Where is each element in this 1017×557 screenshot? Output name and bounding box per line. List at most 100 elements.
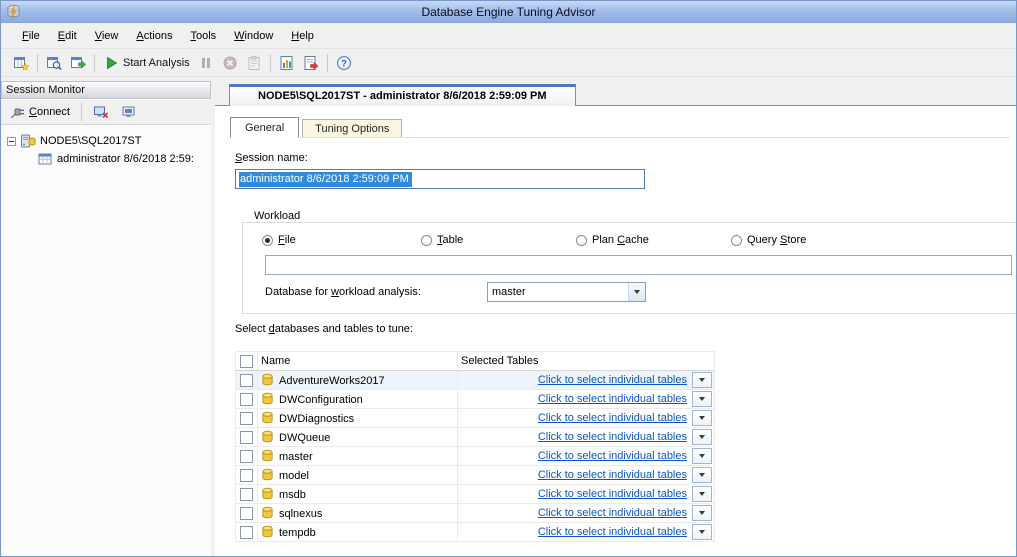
document-tab-row: NODE5\SQL2017ST - administrator 8/6/2018… [215,81,1016,105]
delete-session-button[interactable] [116,101,142,123]
database-name: AdventureWorks2017 [279,375,385,387]
menu-view[interactable]: View [86,26,128,46]
select-tables-link[interactable]: Click to select individual tables [538,393,687,405]
general-page: General Tuning Options Session name: adm… [215,105,1016,556]
header-checkbox-cell [236,352,258,371]
copy-icon [242,52,266,74]
database-name: DWQueue [279,432,330,444]
collapse-icon[interactable] [7,137,16,146]
radio-label: Plan Cache [592,234,649,246]
toolbar: Start Analysis? [1,49,1016,77]
chevron-down-icon [699,454,705,458]
chevron-down-icon [634,290,640,294]
tables-dropdown-button[interactable] [692,372,712,388]
disconnect-button[interactable] [88,101,114,123]
column-header-selected-tables[interactable]: Selected Tables [458,352,715,371]
workload-radio-file[interactable]: File [262,234,296,246]
database-icon [261,373,274,386]
session-name-label: Session name: [235,152,308,164]
session-name: administrator 8/6/2018 2:59: [57,153,194,165]
menubar: FileEditViewActionsToolsWindowHelp [1,23,1016,49]
connect-button[interactable]: Connect [4,101,75,123]
tree-node-session[interactable]: administrator 8/6/2018 2:59: [7,150,211,168]
session-document-tab[interactable]: NODE5\SQL2017ST - administrator 8/6/2018… [229,84,576,106]
select-tables-link[interactable]: Click to select individual tables [538,450,687,462]
column-header-name[interactable]: Name [258,352,458,371]
menu-window[interactable]: Window [225,26,282,46]
menu-file[interactable]: File [13,26,49,46]
session-name-selected-text: administrator 8/6/2018 2:59:09 PM [239,172,412,187]
chevron-down-icon [699,416,705,420]
start-analysis-button[interactable]: Start Analysis [99,52,194,74]
tables-dropdown-button[interactable] [692,505,712,521]
radio-button-icon [576,235,587,246]
row-checkbox[interactable] [240,393,253,406]
select-tables-link[interactable]: Click to select individual tables [538,526,687,538]
tree-node-server[interactable]: NODE5\SQL2017ST [7,132,211,150]
row-checkbox[interactable] [240,374,253,387]
workload-database-label: Database for workload analysis: [265,286,421,298]
radio-button-icon [731,235,742,246]
chevron-down-icon [699,511,705,515]
delete-session-icon [121,104,137,120]
select-databases-label: Select databases and tables to tune: [235,323,413,335]
tables-dropdown-button[interactable] [692,467,712,483]
new-session-icon[interactable] [9,52,33,74]
workload-radio-query-store[interactable]: Query Store [731,234,806,246]
chevron-down-icon [699,378,705,382]
dta-window: Database Engine Tuning Advisor FileEditV… [0,0,1017,557]
database-icon [261,506,274,519]
select-all-checkbox[interactable] [240,355,253,368]
tables-dropdown-button[interactable] [692,448,712,464]
tables-dropdown-button[interactable] [692,391,712,407]
toolbar-separator [37,54,38,72]
row-checkbox[interactable] [240,450,253,463]
import-workload-icon[interactable] [66,52,90,74]
export-report-icon[interactable] [299,52,323,74]
report-icon[interactable] [275,52,299,74]
tables-dropdown-button[interactable] [692,429,712,445]
menu-help[interactable]: Help [282,26,323,46]
table-row: DWDiagnosticsClick to select individual … [236,409,715,428]
workload-database-value: master [488,283,628,301]
tab-tuning-options[interactable]: Tuning Options [302,119,402,137]
database-icon [261,430,274,443]
row-checkbox[interactable] [240,507,253,520]
tables-dropdown-button[interactable] [692,524,712,540]
menu-edit[interactable]: Edit [49,26,86,46]
tables-dropdown-button[interactable] [692,410,712,426]
workload-database-combobox[interactable]: master [487,282,646,302]
help-icon[interactable]: ? [332,52,356,74]
select-tables-link[interactable]: Click to select individual tables [538,488,687,500]
combobox-dropdown-button[interactable] [628,283,645,301]
tables-dropdown-button[interactable] [692,486,712,502]
table-row: DWConfigurationClick to select individua… [236,390,715,409]
chevron-down-icon [699,530,705,534]
disconnect-icon [93,104,109,120]
select-tables-link[interactable]: Click to select individual tables [538,374,687,386]
menu-tools[interactable]: Tools [181,26,225,46]
database-name: master [279,451,313,463]
row-checkbox[interactable] [240,431,253,444]
session-name-input[interactable]: administrator 8/6/2018 2:59:09 PM [235,169,645,189]
tab-general[interactable]: General [230,117,299,138]
select-tables-link[interactable]: Click to select individual tables [538,412,687,424]
workload-radio-plan-cache[interactable]: Plan Cache [576,234,649,246]
database-icon [261,449,274,462]
stop-analysis-icon [218,52,242,74]
workload-file-input[interactable] [265,255,1012,275]
row-checkbox[interactable] [240,469,253,482]
server-name: NODE5\SQL2017ST [40,135,142,147]
row-checkbox[interactable] [240,526,253,539]
app-icon [6,4,21,19]
radio-label: Table [437,234,463,246]
row-checkbox[interactable] [240,412,253,425]
menu-actions[interactable]: Actions [127,26,181,46]
select-tables-link[interactable]: Click to select individual tables [538,431,687,443]
select-tables-link[interactable]: Click to select individual tables [538,507,687,519]
workload-radio-table[interactable]: Table [421,234,463,246]
open-session-icon[interactable] [42,52,66,74]
connect-label: Connect [29,106,70,118]
row-checkbox[interactable] [240,488,253,501]
select-tables-link[interactable]: Click to select individual tables [538,469,687,481]
